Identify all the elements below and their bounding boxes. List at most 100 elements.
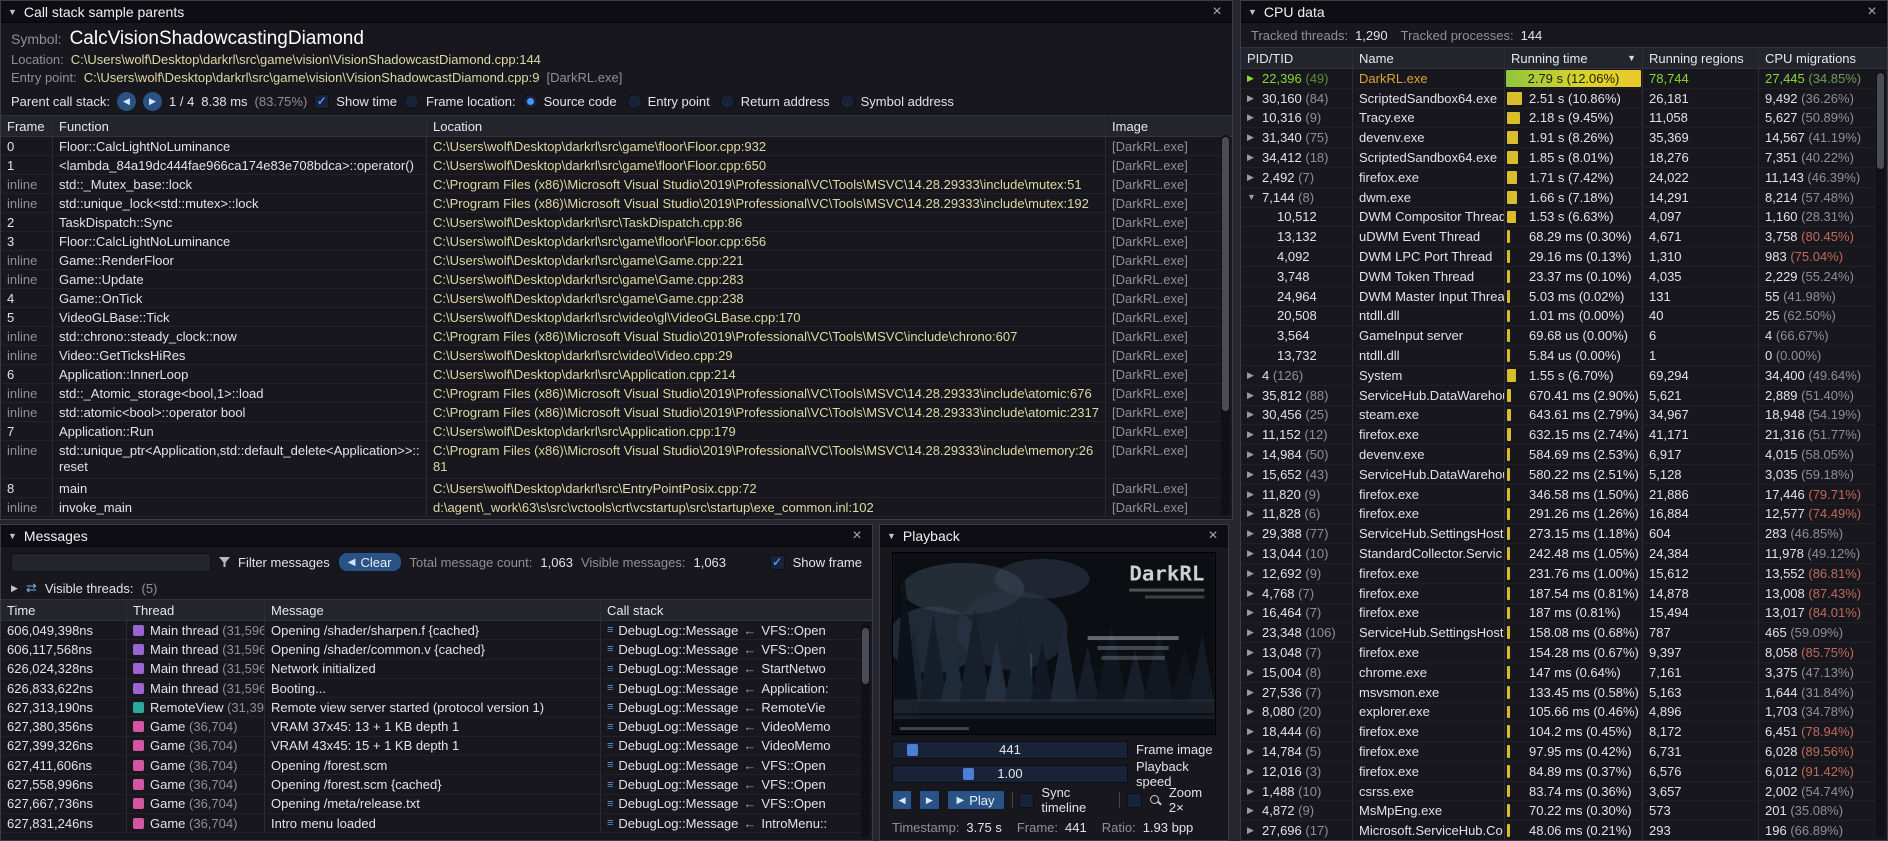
callstack-row[interactable]: inlineinvoke_maind:\agent\_work\63\s\src… xyxy=(1,498,1232,517)
scrollbar-thumb[interactable] xyxy=(862,628,869,684)
frame-location-radio-entry-point[interactable]: Entry point xyxy=(627,94,710,109)
callstack-row[interactable]: 5VideoGLBase::TickC:\Users\wolf\Desktop\… xyxy=(1,308,1232,327)
sync-timeline-checkbox[interactable] xyxy=(1019,793,1034,808)
next-parent-button[interactable]: ▶ xyxy=(143,92,162,111)
callstack-row[interactable]: inlinestd::_Mutex_base::lockC:\Program F… xyxy=(1,175,1232,194)
close-button[interactable]: × xyxy=(1209,4,1225,20)
callstack-scrollbar[interactable] xyxy=(1221,135,1230,516)
expander-icon[interactable]: ▶ xyxy=(1247,746,1262,757)
close-button[interactable]: × xyxy=(1205,528,1221,544)
expander-icon[interactable]: ▼ xyxy=(1247,192,1262,202)
expander-icon[interactable]: ▶ xyxy=(1247,449,1262,460)
expander-icon[interactable]: ▶ xyxy=(1247,706,1262,717)
prev-parent-button[interactable]: ◀ xyxy=(117,92,136,111)
callstack-titlebar[interactable]: ▼ Call stack sample parents × xyxy=(1,1,1232,23)
message-row[interactable]: 626,833,622nsMain thread (31,596)Booting… xyxy=(1,679,872,698)
cpu-row[interactable]: ▶11,828 (6)firefox.exe291.26 ms (1.26%)1… xyxy=(1241,505,1887,525)
messages-titlebar[interactable]: ▼ Messages × xyxy=(1,525,872,547)
messages-scrollbar[interactable] xyxy=(861,622,870,837)
playback-speed-slider[interactable]: 1.00 xyxy=(892,765,1128,783)
frame-location-radio-symbol-address[interactable]: Symbol address xyxy=(840,94,954,109)
column-header-pid-tid[interactable]: PID/TID xyxy=(1241,48,1353,68)
expander-icon[interactable]: ▶ xyxy=(1247,726,1262,737)
column-header-cpu-migrations[interactable]: CPU migrations xyxy=(1759,48,1887,68)
cpu-row[interactable]: ▶35,812 (88)ServiceHub.DataWarehou670.41… xyxy=(1241,386,1887,406)
expander-icon[interactable]: ▶ xyxy=(1247,469,1262,480)
callstack-row[interactable]: 8mainC:\Users\wolf\Desktop\darkrl\src\En… xyxy=(1,479,1232,498)
frame-next-button[interactable]: ▶ xyxy=(919,790,939,810)
cpu-row[interactable]: ▶31,340 (75)devenv.exe1.91 s (8.26%)35,3… xyxy=(1241,128,1887,148)
callstack-row[interactable]: 4Game::OnTickC:\Users\wolf\Desktop\darkr… xyxy=(1,289,1232,308)
expander-icon[interactable]: ▶ xyxy=(1247,528,1262,539)
cpu-row[interactable]: ▶13,048 (7)firefox.exe154.28 ms (0.67%)9… xyxy=(1241,643,1887,663)
cpu-row[interactable]: ▶4,768 (7)firefox.exe187.54 ms (0.81%)14… xyxy=(1241,584,1887,604)
message-row[interactable]: 606,049,398nsMain thread (31,596)Opening… xyxy=(1,621,872,640)
message-row[interactable]: 627,380,356nsGame (36,704)VRAM 37x45: 13… xyxy=(1,717,872,736)
cpu-row[interactable]: 4,092DWM LPC Port Thread29.16 ms (0.13%)… xyxy=(1241,247,1887,267)
expander-icon[interactable]: ▶ xyxy=(1247,112,1262,123)
cpu-row[interactable]: ▶30,456 (25)steam.exe643.61 ms (2.79%)34… xyxy=(1241,406,1887,426)
expander-icon[interactable]: ▶ xyxy=(1247,687,1262,698)
cpu-row[interactable]: ▶15,004 (8)chrome.exe147 ms (0.64%)7,161… xyxy=(1241,663,1887,683)
cpu-row[interactable]: ▶13,044 (10)StandardCollector.Servic242.… xyxy=(1241,544,1887,564)
callstack-row[interactable]: inlineGame::UpdateC:\Users\wolf\Desktop\… xyxy=(1,270,1232,289)
cpu-row[interactable]: ▶11,820 (9)firefox.exe346.58 ms (1.50%)2… xyxy=(1241,485,1887,505)
expander-icon[interactable]: ▶ xyxy=(1247,429,1262,440)
message-row[interactable]: 627,313,190nsRemoteView (31,392)Remote v… xyxy=(1,698,872,717)
show-frame-checkbox[interactable]: ✓ xyxy=(770,555,785,570)
expander-icon[interactable]: ▶ xyxy=(1247,667,1262,678)
play-button[interactable]: ▶Play xyxy=(947,790,1005,810)
cpu-row[interactable]: ▶8,080 (20)explorer.exe105.66 ms (0.46%)… xyxy=(1241,703,1887,723)
expand-icon[interactable]: ▶ xyxy=(11,583,18,594)
callstack-row[interactable]: inlinestd::_Atomic_storage<bool,1>::load… xyxy=(1,384,1232,403)
frame-image-slider[interactable]: 441 xyxy=(892,741,1128,759)
callstack-row[interactable]: 0Floor::CalcLightNoLuminanceC:\Users\wol… xyxy=(1,137,1232,156)
scrollbar-thumb[interactable] xyxy=(1877,73,1884,169)
callstack-row[interactable]: 3Floor::CalcLightNoLuminanceC:\Users\wol… xyxy=(1,232,1232,251)
filter-input[interactable] xyxy=(11,553,211,572)
expander-icon[interactable]: ▶ xyxy=(1247,786,1262,797)
callstack-row[interactable]: inlinestd::unique_lock<std::mutex>::lock… xyxy=(1,194,1232,213)
cpu-row[interactable]: 10,512DWM Compositor Thread1.53 s (6.63%… xyxy=(1241,208,1887,228)
expander-icon[interactable]: ▶ xyxy=(1247,409,1262,420)
cpu-row[interactable]: 3,748DWM Token Thread23.37 ms (0.10%)4,0… xyxy=(1241,267,1887,287)
playback-titlebar[interactable]: ▼ Playback × xyxy=(880,525,1228,547)
cpu-row[interactable]: ▶11,152 (12)firefox.exe632.15 ms (2.74%)… xyxy=(1241,425,1887,445)
collapse-icon[interactable]: ▼ xyxy=(887,531,896,541)
clear-button[interactable]: ◀Clear xyxy=(338,552,402,572)
callstack-row[interactable]: inlineVideo::GetTicksHiResC:\Users\wolf\… xyxy=(1,346,1232,365)
show-time-checkbox[interactable]: ✓ xyxy=(314,94,329,109)
cpu-row[interactable]: ▶34,412 (18)ScriptedSandbox64.exe1.85 s … xyxy=(1241,148,1887,168)
cpu-row[interactable]: ▶18,444 (6)firefox.exe104.2 ms (0.45%)8,… xyxy=(1241,722,1887,742)
expander-icon[interactable]: ▶ xyxy=(1247,766,1262,777)
message-row[interactable]: 626,024,328nsMain thread (31,596)Network… xyxy=(1,660,872,679)
expander-icon[interactable]: ▶ xyxy=(1247,152,1262,163)
cpu-titlebar[interactable]: ▼ CPU data × xyxy=(1241,1,1887,23)
expander-icon[interactable]: ▶ xyxy=(1247,825,1262,836)
callstack-row[interactable]: inlineGame::RenderFloorC:\Users\wolf\Des… xyxy=(1,251,1232,270)
frame-prev-button[interactable]: ◀ xyxy=(892,790,912,810)
cpu-row[interactable]: ▶2,492 (7)firefox.exe1.71 s (7.42%)24,02… xyxy=(1241,168,1887,188)
cpu-row[interactable]: ▶10,316 (9)Tracy.exe2.18 s (9.45%)11,058… xyxy=(1241,109,1887,129)
cpu-row[interactable]: ▶4,872 (9)MsMpEng.exe70.22 ms (0.30%)573… xyxy=(1241,801,1887,821)
cpu-row[interactable]: 13,132uDWM Event Thread68.29 ms (0.30%)4… xyxy=(1241,227,1887,247)
cpu-row[interactable]: ▶12,692 (9)firefox.exe231.76 ms (1.00%)1… xyxy=(1241,564,1887,584)
cpu-row[interactable]: ▶12,016 (3)firefox.exe84.89 ms (0.37%)6,… xyxy=(1241,762,1887,782)
cpu-row[interactable]: ▶16,464 (7)firefox.exe187 ms (0.81%)15,4… xyxy=(1241,604,1887,624)
expander-icon[interactable]: ▶ xyxy=(1247,627,1262,638)
message-row[interactable]: 606,117,568nsMain thread (31,596)Opening… xyxy=(1,640,872,659)
expander-icon[interactable]: ▶ xyxy=(1247,805,1262,816)
cpu-row[interactable]: ▶29,388 (77)ServiceHub.SettingsHost273.1… xyxy=(1241,524,1887,544)
expander-icon[interactable]: ▶ xyxy=(1247,548,1262,559)
collapse-icon[interactable]: ▼ xyxy=(8,7,17,17)
callstack-row[interactable]: 7Application::RunC:\Users\wolf\Desktop\d… xyxy=(1,422,1232,441)
callstack-row[interactable]: inlinestd::atomic<bool>::operator boolC:… xyxy=(1,403,1232,422)
cpu-row[interactable]: ▶4 (126)System1.55 s (6.70%)69,29434,400… xyxy=(1241,366,1887,386)
close-button[interactable]: × xyxy=(849,528,865,544)
cpu-scrollbar[interactable] xyxy=(1876,71,1885,837)
cpu-row[interactable]: 3,564GameInput server69.68 us (0.00%)64 … xyxy=(1241,326,1887,346)
cpu-row[interactable]: ▶1,488 (10)csrss.exe83.74 ms (0.36%)3,65… xyxy=(1241,782,1887,802)
scrollbar-thumb[interactable] xyxy=(1222,137,1229,411)
frame-location-radio-source-code[interactable]: Source code xyxy=(523,94,617,109)
cpu-row[interactable]: ▶14,784 (5)firefox.exe97.95 ms (0.42%)6,… xyxy=(1241,742,1887,762)
